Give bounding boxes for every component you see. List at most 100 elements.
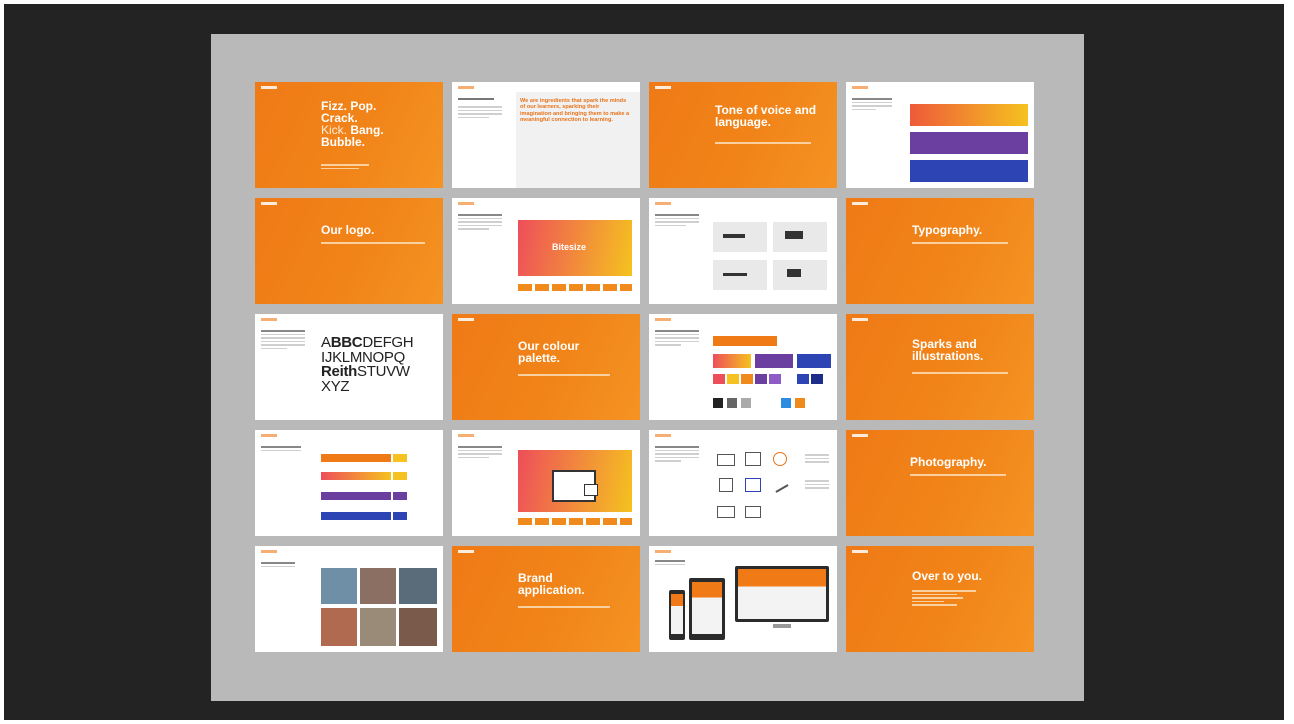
- screen-frame: Fizz. Pop. Crack. Kick. Bang. Bubble. We…: [4, 4, 1284, 720]
- slide-photography[interactable]: Photography.: [846, 430, 1034, 536]
- slide-colour-swatches[interactable]: [649, 314, 837, 420]
- icon-sample: [717, 454, 735, 466]
- body-lines: [458, 446, 502, 460]
- slide-tone[interactable]: Tone of voice and language.: [649, 82, 837, 188]
- slide-illustration[interactable]: [452, 430, 640, 536]
- mission-quote: We are ingredients that spark the minds …: [520, 98, 630, 124]
- photo: [360, 568, 396, 604]
- swatch: [811, 374, 823, 384]
- sub-lines: [912, 242, 1008, 246]
- slide-photo-examples[interactable]: [255, 546, 443, 652]
- swatch: [755, 374, 767, 384]
- type-specimen: ABBCDEFGH IJKLMNOPQ ReithSTUVW XYZ: [321, 335, 414, 395]
- swatch: [769, 374, 781, 384]
- bbc-logo: [852, 550, 868, 553]
- photo: [399, 608, 437, 646]
- swatch: [797, 374, 809, 384]
- swatch: [713, 336, 777, 346]
- bbc-logo: [852, 202, 868, 205]
- tablet-screen: [692, 582, 722, 634]
- swatch: [795, 398, 805, 408]
- slide-title: Over to you.: [912, 569, 983, 583]
- slide-intro[interactable]: Fizz. Pop. Crack. Kick. Bang. Bubble.: [255, 82, 443, 188]
- slide-title: Sparks and illustrations.: [912, 337, 984, 363]
- bbc-logo: [655, 86, 671, 89]
- slide-brand-application[interactable]: Brand application.: [452, 546, 640, 652]
- swatch: [713, 354, 751, 368]
- bbc-logo: [458, 318, 474, 321]
- swatch: [713, 398, 723, 408]
- icon-sample: [719, 478, 733, 492]
- slide-heading: Fizz. Pop. Crack. Kick. Bang. Bubble.: [321, 100, 384, 148]
- body-lines: [261, 562, 295, 569]
- slide-title: Our colour palette.: [518, 339, 580, 365]
- logo-wordmark: Bitesize: [552, 242, 587, 252]
- swatch: [741, 374, 753, 384]
- icon-caption: [805, 480, 829, 491]
- phone-screen: [671, 594, 683, 634]
- slide-colour-ratio[interactable]: [255, 430, 443, 536]
- body-lines: [458, 214, 502, 232]
- slide-devices[interactable]: [649, 546, 837, 652]
- slide-title: Our logo.: [321, 223, 375, 237]
- slide-title: Photography.: [910, 455, 987, 469]
- photo: [321, 568, 357, 604]
- ratio-bar: [321, 454, 391, 462]
- bbc-logo: [458, 86, 474, 89]
- desktop-screen: [738, 569, 826, 619]
- bbc-logo: [458, 550, 474, 553]
- icon-caption: [805, 454, 829, 465]
- sub-lines: [912, 372, 1008, 376]
- slide-board: Fizz. Pop. Crack. Kick. Bang. Bubble. We…: [211, 34, 1084, 701]
- slide-mission[interactable]: We are ingredients that spark the minds …: [452, 82, 640, 188]
- sub-lines: [321, 242, 425, 246]
- slide-logo[interactable]: Our logo.: [255, 198, 443, 304]
- tone-card-purple: [910, 132, 1028, 154]
- tone-card-orange: [910, 104, 1028, 126]
- slide-title: Typography.: [912, 223, 983, 237]
- slide-typeface[interactable]: ABBCDEFGH IJKLMNOPQ ReithSTUVW XYZ: [255, 314, 443, 420]
- body-lines: [261, 330, 305, 351]
- slide-over-to-you[interactable]: Over to you.: [846, 546, 1034, 652]
- logo-variant: [586, 284, 600, 291]
- lockup-mark: [723, 273, 747, 276]
- swatch: [797, 354, 831, 368]
- bbc-logo: [458, 202, 474, 205]
- photo: [360, 608, 396, 646]
- illustration-variant: [518, 518, 532, 525]
- body-lines: [458, 106, 502, 120]
- lockup-mark: [723, 234, 745, 238]
- illustration-variant: [620, 518, 632, 525]
- sub-lines: [715, 142, 811, 146]
- heading-part: Kick.: [321, 123, 351, 137]
- illustration-variant: [586, 518, 600, 525]
- illustration-variant: [552, 518, 566, 525]
- slide-tone-examples[interactable]: [846, 82, 1034, 188]
- ratio-bar: [321, 472, 391, 480]
- swatch: [727, 374, 739, 384]
- bbc-logo: [655, 202, 671, 205]
- heading-line: Bubble.: [321, 135, 365, 149]
- logo-variant: [620, 284, 632, 291]
- slide-sparks[interactable]: Sparks and illustrations.: [846, 314, 1034, 420]
- slide-colour[interactable]: Our colour palette.: [452, 314, 640, 420]
- sub-lines: [518, 606, 610, 610]
- contact-lines: [912, 590, 976, 608]
- logo-variant: [518, 284, 532, 291]
- bbc-logo: [655, 318, 671, 321]
- bbc-logo: [852, 86, 868, 89]
- bbc-logo: [261, 550, 277, 553]
- swatch: [741, 398, 751, 408]
- ratio-bar: [393, 512, 407, 520]
- icon-sample: [717, 506, 735, 518]
- slide-typography[interactable]: Typography.: [846, 198, 1034, 304]
- slide-logo-usage[interactable]: Bitesize: [452, 198, 640, 304]
- body-lines: [852, 98, 892, 112]
- slide-logo-lockups[interactable]: [649, 198, 837, 304]
- lockup-mark: [787, 269, 801, 277]
- sub-lines: [518, 374, 610, 378]
- ratio-bar: [321, 512, 391, 520]
- logo-variant: [535, 284, 549, 291]
- swatch: [727, 398, 737, 408]
- slide-icons[interactable]: [649, 430, 837, 536]
